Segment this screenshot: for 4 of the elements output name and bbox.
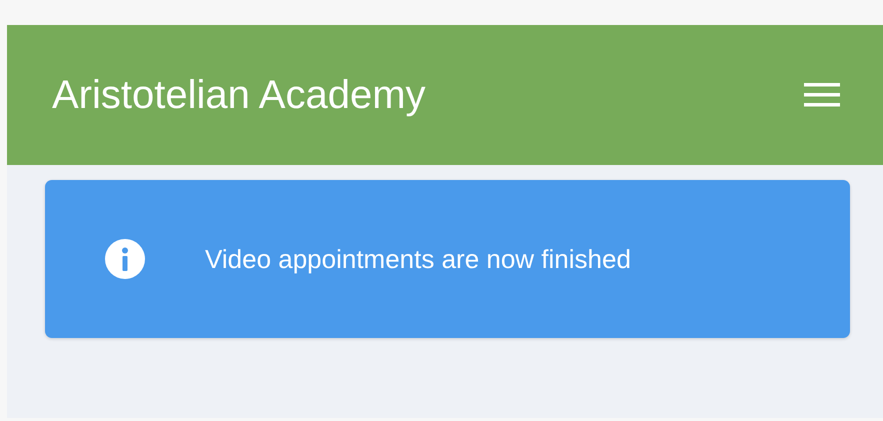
- alert-message: Video appointments are now finished: [205, 244, 631, 274]
- menu-icon[interactable]: [804, 82, 840, 108]
- info-icon: [105, 239, 145, 279]
- app-title: Aristotelian Academy: [52, 72, 426, 118]
